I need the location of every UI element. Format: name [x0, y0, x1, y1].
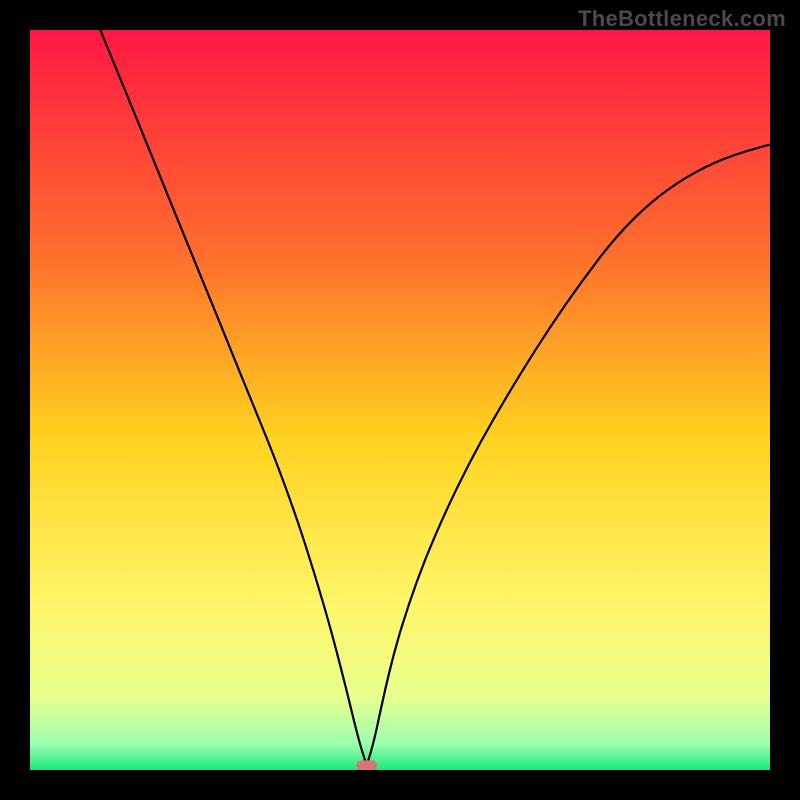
plot-area	[30, 30, 770, 770]
chart-frame: TheBottleneck.com	[0, 0, 800, 800]
bottleneck-chart	[30, 30, 770, 770]
vertex-marker	[356, 760, 377, 770]
gradient-background	[30, 30, 770, 770]
watermark-text: TheBottleneck.com	[578, 6, 786, 32]
